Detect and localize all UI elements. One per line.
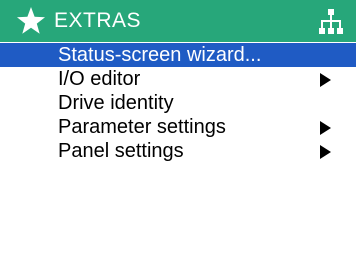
- extras-menu: Status-screen wizard... I/O editor Drive…: [0, 43, 356, 163]
- menu-item-label: I/O editor: [58, 68, 141, 90]
- submenu-arrow-icon: [320, 145, 331, 159]
- header-bar: EXTRAS: [0, 0, 356, 42]
- menu-item-io-editor[interactable]: I/O editor: [0, 67, 356, 91]
- menu-item-drive-identity[interactable]: Drive identity: [0, 91, 356, 115]
- menu-item-panel-settings[interactable]: Panel settings: [0, 139, 356, 163]
- submenu-arrow-icon: [320, 121, 331, 135]
- extras-screen: EXTRAS Status-screen wizard... I/O edito…: [0, 0, 356, 262]
- header-title: EXTRAS: [54, 9, 142, 32]
- menu-item-status-screen-wizard[interactable]: Status-screen wizard...: [0, 43, 356, 67]
- menu-item-label: Parameter settings: [58, 116, 226, 138]
- menu-item-label: Status-screen wizard...: [58, 44, 262, 66]
- submenu-arrow-icon: [320, 73, 331, 87]
- menu-item-parameter-settings[interactable]: Parameter settings: [0, 115, 356, 139]
- menu-item-label: Panel settings: [58, 140, 184, 162]
- star-icon: [17, 7, 45, 34]
- menu-item-label: Drive identity: [58, 92, 174, 114]
- network-topology-icon: [319, 9, 343, 34]
